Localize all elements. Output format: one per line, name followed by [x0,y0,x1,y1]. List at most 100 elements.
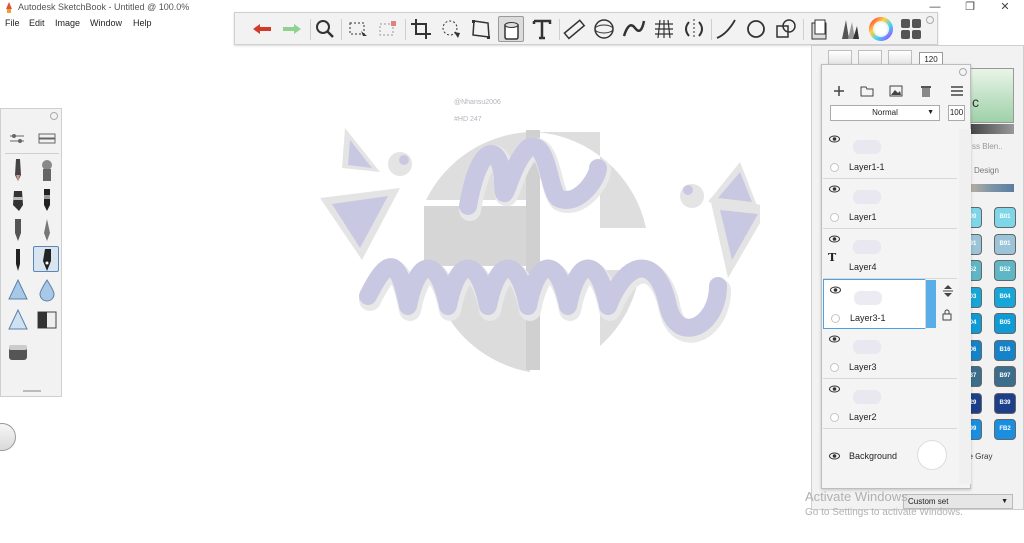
activate-windows-title: Activate Windows [805,489,908,504]
brush-properties-icon[interactable] [6,129,28,147]
activate-windows-subtitle: Go to Settings to activate Windows. [805,507,963,518]
layer-thumbnail [853,240,881,254]
layer-select-radio[interactable] [830,163,839,172]
layer-row[interactable]: Layer1-1 [823,129,957,179]
blend-mode-value: Normal [872,108,898,117]
circle-shape-icon[interactable] [743,16,769,42]
add-group-icon[interactable] [858,83,876,99]
smudge-icon[interactable] [5,339,31,365]
eye-icon[interactable] [830,286,841,294]
ellipse-guide-icon[interactable] [591,16,617,42]
layer-name: Layer3 [849,362,877,372]
brush-library-toggle-icon[interactable] [36,129,58,147]
hard-eraser-icon[interactable] [5,277,31,303]
felt-pen-icon[interactable] [34,187,60,213]
layer-menu-icon[interactable] [948,83,966,99]
text-layer-icon: T [828,251,837,264]
copic-partial-label-design: Design [974,166,999,175]
undo-icon[interactable] [249,16,275,42]
eye-icon[interactable] [829,185,840,193]
layer-move-icon[interactable] [942,285,954,297]
layer-select-radio[interactable] [830,413,839,422]
blend-mode-dropdown[interactable]: Normal ▼ [830,105,940,121]
redo-icon[interactable] [279,16,305,42]
eye-icon[interactable] [829,235,840,243]
eye-icon[interactable] [829,385,840,393]
distort-icon[interactable] [468,16,494,42]
maximize-button[interactable]: ❐ [953,0,987,16]
layer-lock-icon[interactable] [942,309,952,321]
eye-icon[interactable] [829,135,840,143]
marker-brush-icon[interactable] [5,187,31,213]
ballpoint-pen-icon[interactable] [5,247,31,273]
text-icon[interactable] [529,16,555,42]
copic-library-icon[interactable] [807,16,833,42]
fill-icon[interactable] [498,16,524,42]
sketchbook-window: Autodesk SketchBook - Untitled @ 100.0% … [0,0,1024,543]
eye-icon[interactable] [829,335,840,343]
layer-select-radio[interactable] [831,314,840,323]
menu-file[interactable]: File [5,18,20,28]
opacity-field[interactable]: 100 [948,105,965,121]
crop-icon[interactable] [408,16,434,42]
color-wheel-icon[interactable] [868,16,894,42]
zoom-icon[interactable] [312,16,338,42]
lasso-icon[interactable] [438,16,464,42]
paintbrush-icon[interactable] [34,217,60,243]
menu-edit[interactable]: Edit [29,18,45,28]
menu-window[interactable]: Window [90,18,122,28]
blender-icon[interactable] [34,277,60,303]
ink-pen-icon[interactable] [5,217,31,243]
ruler-icon[interactable] [561,16,587,42]
brush-palette-close-icon[interactable] [50,112,58,120]
layer-select-radio[interactable] [830,363,839,372]
layer-editor-close-icon[interactable] [959,68,967,76]
background-color-swatch[interactable] [917,440,947,470]
transform-select-icon[interactable] [375,16,401,42]
background-layer-row[interactable]: Background [823,430,957,484]
copic-swatch[interactable]: B91 [994,233,1016,255]
layer-row[interactable]: Layer3 [823,329,957,379]
layer-scrollbar[interactable] [959,129,971,484]
french-curve-icon[interactable] [621,16,647,42]
add-image-icon[interactable] [887,83,905,99]
background-layer-label: Background [849,451,898,461]
layers-toggle-icon[interactable] [898,16,924,42]
close-window-button[interactable]: ✕ [988,0,1022,16]
copic-swatch[interactable]: B39 [994,392,1016,414]
select-icon[interactable] [345,16,371,42]
menu-help[interactable]: Help [133,18,152,28]
copic-swatch[interactable]: FB2 [994,419,1016,440]
pencil-brush-icon[interactable] [5,157,31,183]
shapes-icon[interactable] [773,16,799,42]
toolbar-close-icon[interactable] [926,16,934,24]
symmetry-icon[interactable] [681,16,707,42]
layer-trash-icon[interactable] [917,83,935,99]
layer-select-radio[interactable] [830,213,839,222]
soft-eraser-icon[interactable] [5,307,31,333]
palette-resize-grip[interactable] [23,390,41,392]
copic-swatch[interactable]: B97 [994,366,1016,387]
copic-swatch[interactable]: B52 [994,260,1016,281]
layer-thumbnail [853,190,881,204]
brush-library-icon[interactable] [837,16,863,42]
lagoon-puck[interactable] [0,423,16,451]
layer-row[interactable]: Layer2 [823,379,957,429]
menu-image[interactable]: Image [55,18,80,28]
copic-value-bar[interactable] [970,124,1014,134]
stroke-icon[interactable] [713,16,739,42]
add-layer-icon[interactable] [830,83,848,99]
layer-editor: Normal ▼ 100 Layer1-1 Layer1 T Layer4 Layer3… [821,64,971,489]
eye-icon[interactable] [829,452,840,460]
perspective-icon[interactable] [651,16,677,42]
copic-swatch[interactable]: B05 [994,313,1016,334]
airbrush-icon[interactable] [34,157,60,183]
copic-swatch[interactable]: B04 [994,286,1016,308]
layer-row[interactable]: Layer1 [823,179,957,229]
calligraphy-pen-icon[interactable] [33,246,59,272]
eraser-block-icon[interactable] [34,307,60,333]
copic-strip[interactable] [970,184,1014,192]
copic-swatch[interactable]: B16 [994,339,1016,361]
layer-row[interactable]: T Layer4 [823,229,957,279]
copic-swatch[interactable]: B01 [994,207,1016,228]
